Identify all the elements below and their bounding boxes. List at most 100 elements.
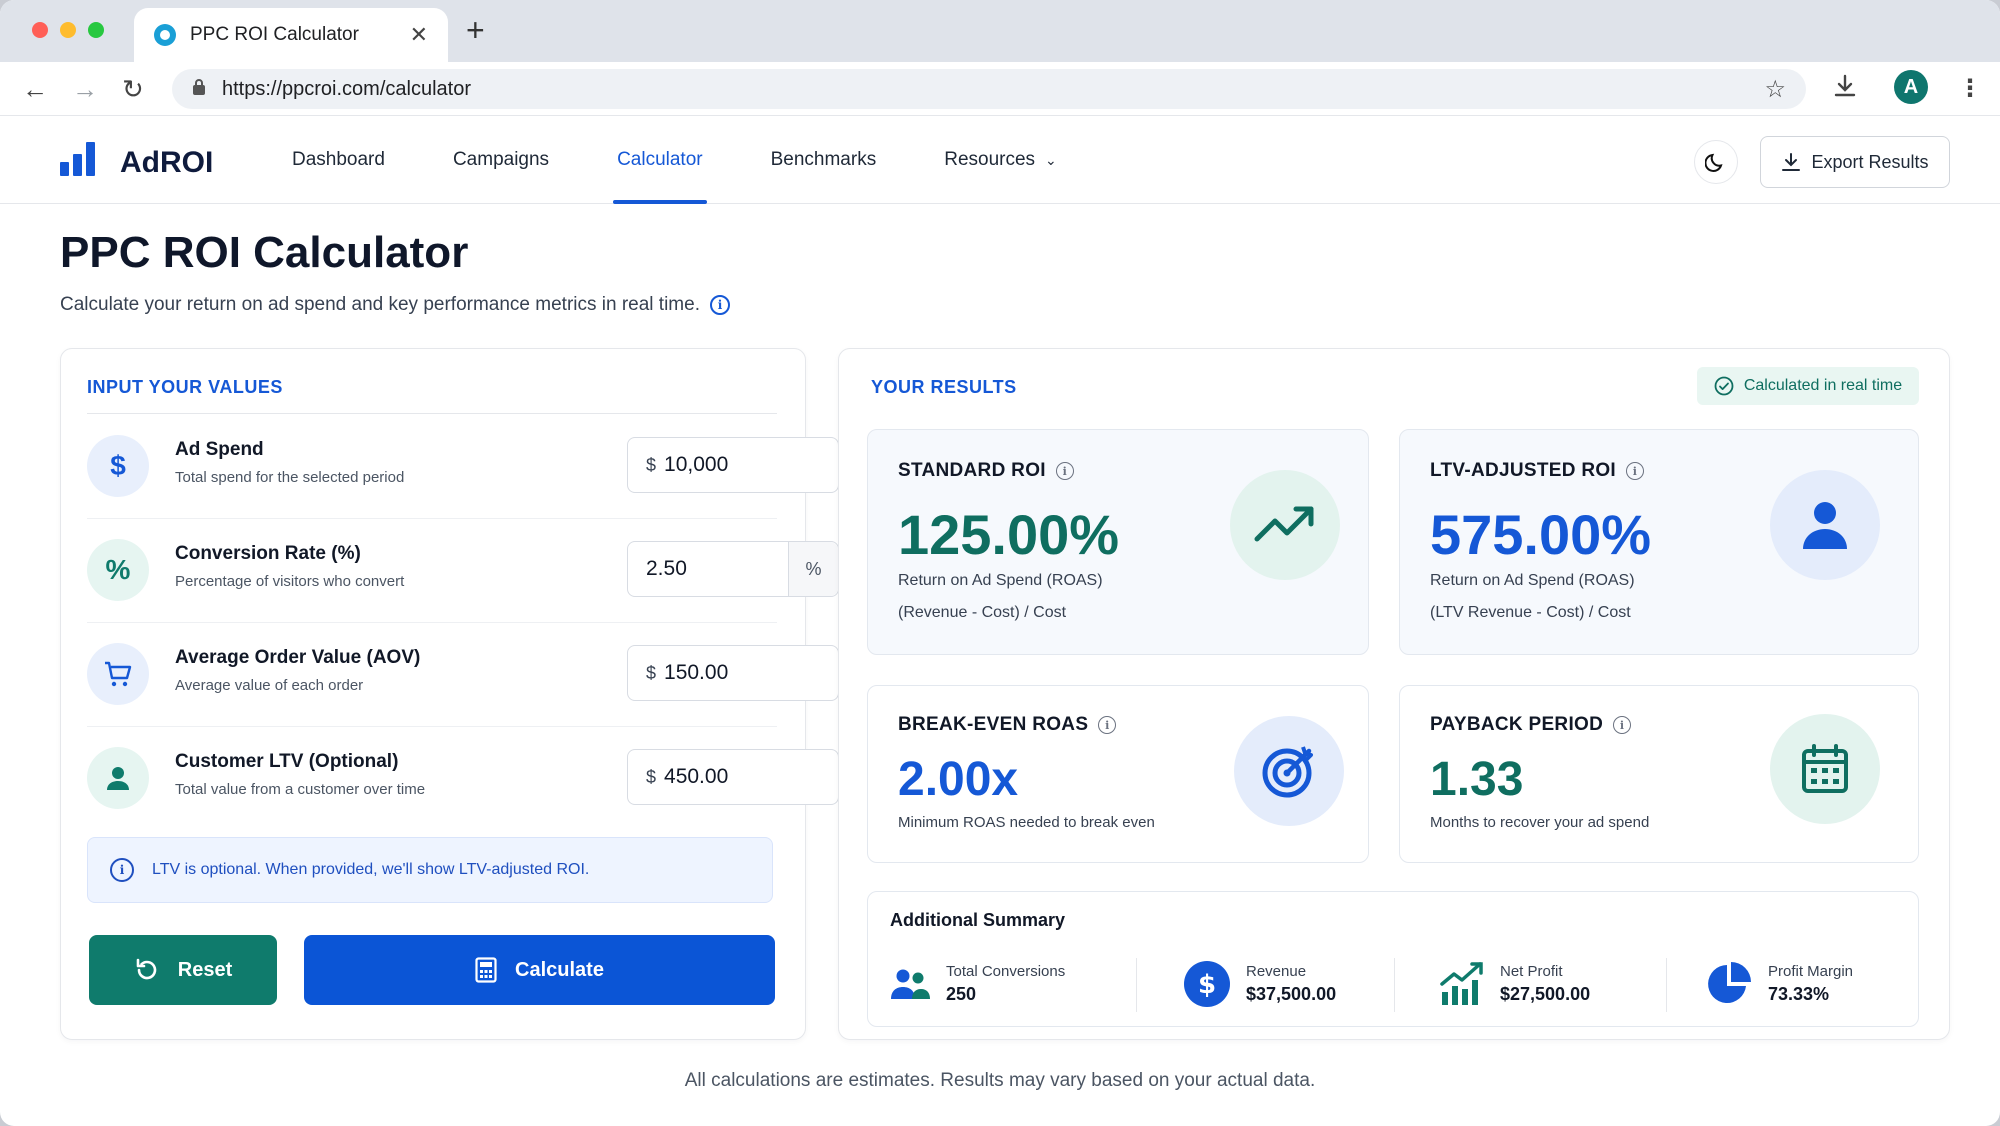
nav-calculator[interactable]: Calculator	[593, 116, 727, 204]
logo-text[interactable]: AdROI	[120, 146, 213, 180]
total-conversions-label: Total Conversions	[946, 963, 1066, 980]
aov-row: Average Order Value (AOV) Average value …	[87, 623, 839, 727]
trending-up-icon	[1230, 470, 1340, 580]
moon-icon	[1705, 153, 1723, 172]
additional-summary: Additional Summary Total Conversions 250…	[867, 891, 1919, 1027]
page-subtitle-text: Calculate your return on ad spend and ke…	[60, 294, 700, 315]
ltv-label: Customer LTV (Optional)	[175, 751, 399, 772]
input-panel: INPUT YOUR VALUES $ Ad Spend Total spend…	[60, 348, 839, 1040]
nav-dashboard[interactable]: Dashboard	[268, 116, 409, 204]
conversion-rate-input[interactable]: 2.50 %	[627, 541, 839, 597]
ltv-roi-card: LTV-ADJUSTED ROI i 575.00% Return on Ad …	[1399, 429, 1919, 655]
net-profit-value: $27,500.00	[1500, 984, 1591, 1004]
tab-close-icon[interactable]: ✕	[410, 22, 428, 48]
ad-spend-hint: Total spend for the selected period	[175, 469, 405, 486]
lock-icon	[192, 78, 206, 101]
calculate-button[interactable]: Calculate	[304, 935, 775, 1005]
forward-icon[interactable]: →	[72, 74, 98, 105]
reload-icon[interactable]: ↻	[122, 74, 144, 105]
address-bar[interactable]: https://ppcroi.com/calculator ☆	[172, 69, 1806, 109]
ltv-input[interactable]: $ 450.00	[627, 749, 839, 805]
realtime-badge-text: Calculated in real time	[1743, 377, 1903, 394]
total-conversions-value: 250	[946, 984, 977, 1004]
aov-hint: Average value of each order	[175, 677, 364, 694]
currency-symbol: $	[646, 662, 657, 683]
new-tab-button[interactable]: +	[466, 12, 485, 49]
users-icon	[891, 969, 930, 999]
nav-campaigns[interactable]: Campaigns	[429, 116, 573, 204]
summary-profit-margin: Profit Margin 73.33%	[1706, 952, 1853, 1016]
profit-margin-label: Profit Margin	[1768, 963, 1854, 980]
cart-icon	[87, 643, 149, 705]
info-icon[interactable]: i	[1055, 462, 1074, 480]
dollar-circle-icon: $	[1184, 961, 1230, 1007]
browser-toolbar: ← → ↻ https://ppcroi.com/calculator ☆ ⋮	[0, 62, 2000, 116]
currency-symbol: $	[646, 766, 657, 787]
input-section-title: INPUT YOUR VALUES	[87, 377, 283, 397]
nav-resources-label: Resources	[944, 149, 1036, 170]
export-results-button[interactable]: Export Results	[1760, 136, 1950, 188]
profit-margin-value: 73.33%	[1768, 984, 1830, 1004]
reset-button[interactable]: Reset	[89, 935, 277, 1005]
ltv-row: Customer LTV (Optional) Total value from…	[87, 727, 839, 831]
conversion-rate-value: 2.50	[646, 557, 687, 580]
break-even-card: BREAK-EVEN ROAS i 2.00x Minimum ROAS nee…	[867, 685, 1369, 863]
summary-net-profit: Net Profit $27,500.00	[1440, 952, 1590, 1016]
currency-symbol: $	[646, 454, 657, 475]
ad-spend-input[interactable]: $ 10,000	[627, 437, 839, 493]
info-icon[interactable]: i	[709, 295, 730, 315]
info-icon[interactable]: i	[1626, 462, 1645, 480]
divider	[1394, 958, 1395, 1012]
nav-resources[interactable]: Resources ⌄	[920, 116, 1081, 204]
browser-menu-icon[interactable]: ⋮	[1958, 74, 1982, 103]
target-icon	[1234, 716, 1344, 826]
minimize-window-button[interactable]	[60, 22, 76, 38]
dollar-icon: $	[87, 435, 149, 497]
standard-roi-formula: (Revenue - Cost) / Cost	[898, 604, 1067, 621]
info-icon[interactable]: i	[1098, 716, 1117, 734]
bar-growth-icon	[1440, 962, 1483, 1005]
site-favicon-icon	[154, 24, 176, 46]
realtime-badge: Calculated in real time	[1697, 367, 1919, 405]
profile-avatar[interactable]: A	[1894, 70, 1928, 104]
maximize-window-button[interactable]	[88, 22, 104, 38]
download-icon[interactable]	[1834, 74, 1856, 105]
browser-tab[interactable]: PPC ROI Calculator ✕	[134, 8, 448, 62]
payback-title-text: PAYBACK PERIOD	[1430, 714, 1604, 735]
payback-desc: Months to recover your ad spend	[1430, 814, 1650, 831]
break-even-title-text: BREAK-EVEN ROAS	[898, 714, 1089, 735]
payback-title: PAYBACK PERIOD i	[1430, 714, 1632, 736]
pie-chart-icon	[1708, 962, 1751, 1003]
revenue-label: Revenue	[1246, 963, 1307, 980]
bookmark-star-icon[interactable]: ☆	[1764, 75, 1786, 104]
ltv-roi-formula: (LTV Revenue - Cost) / Cost	[1430, 604, 1631, 621]
info-icon[interactable]: i	[1613, 716, 1632, 734]
svg-text:$: $	[1198, 970, 1216, 1000]
summary-title: Additional Summary	[890, 910, 1066, 930]
revenue-value: $37,500.00	[1246, 984, 1337, 1004]
ad-spend-row: $ Ad Spend Total spend for the selected …	[87, 415, 839, 519]
conversion-rate-hint: Percentage of visitors who convert	[175, 573, 405, 590]
logo-icon[interactable]	[60, 142, 95, 176]
payback-card: PAYBACK PERIOD i 1.33 Months to recover …	[1399, 685, 1919, 863]
net-profit-label: Net Profit	[1500, 963, 1563, 980]
divider	[1666, 958, 1667, 1012]
break-even-desc: Minimum ROAS needed to break even	[898, 814, 1155, 831]
payback-value: 1.33	[1430, 753, 1524, 806]
close-window-button[interactable]	[32, 22, 48, 38]
standard-roi-title-text: STANDARD ROI	[898, 460, 1046, 481]
url-text: https://ppcroi.com/calculator	[222, 77, 471, 100]
standard-roi-card: STANDARD ROI i 125.00% Return on Ad Spen…	[867, 429, 1369, 655]
results-section-title: YOUR RESULTS	[871, 377, 1017, 397]
nav-benchmarks[interactable]: Benchmarks	[747, 116, 901, 204]
app-header: AdROI Dashboard Campaigns Calculator Ben…	[0, 116, 2000, 204]
chevron-down-icon: ⌄	[1045, 151, 1057, 168]
back-icon[interactable]: ←	[22, 74, 48, 105]
standard-roi-title: STANDARD ROI i	[898, 460, 1074, 482]
ad-spend-value: 10,000	[664, 453, 729, 476]
conversion-rate-label: Conversion Rate (%)	[175, 543, 361, 564]
dark-mode-toggle[interactable]	[1694, 140, 1738, 184]
ltv-notice: i LTV is optional. When provided, we'll …	[87, 837, 773, 903]
aov-input[interactable]: $ 150.00	[627, 645, 839, 701]
summary-total-conversions: Total Conversions 250	[890, 952, 1065, 1016]
